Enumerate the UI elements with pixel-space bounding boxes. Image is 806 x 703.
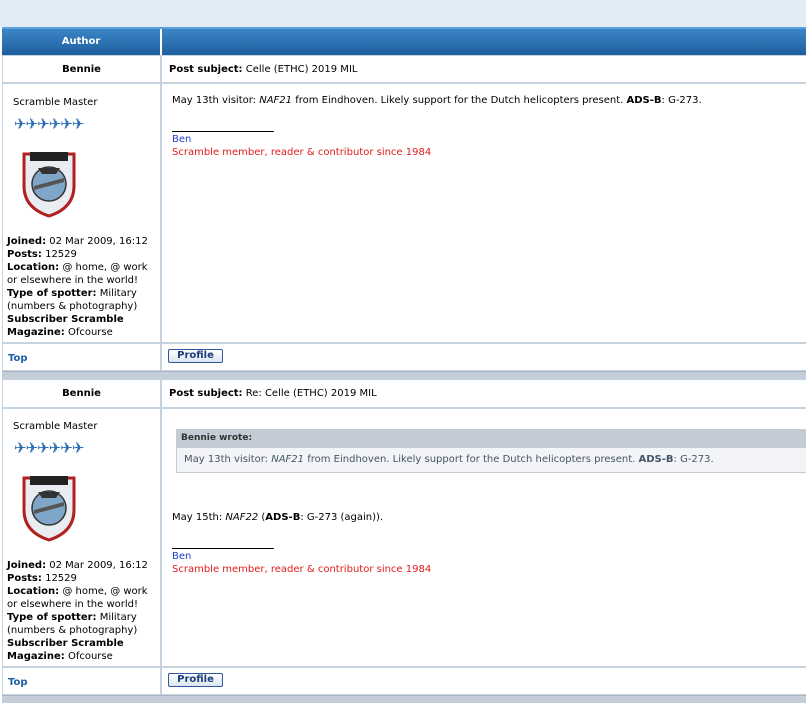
post1-location-label: Location: bbox=[7, 262, 60, 273]
post1-joined-label: Joined: bbox=[7, 236, 47, 247]
post1-subject-cell: Post subject: Celle (ETHC) 2019 MIL bbox=[161, 55, 806, 83]
post1-rank: Scramble Master bbox=[13, 97, 98, 108]
top-band bbox=[0, 0, 806, 27]
post1-joined: 02 Mar 2009, 16:12 bbox=[49, 236, 148, 247]
post2-user-info: Joined: 02 Mar 2009, 16:12 Posts: 12529 … bbox=[7, 559, 157, 663]
post2-top-link[interactable]: Top bbox=[8, 677, 28, 688]
post2-joined: 02 Mar 2009, 16:12 bbox=[49, 560, 148, 571]
post2-rank-stars-icon: ✈✈✈✈✈✈ bbox=[14, 439, 84, 457]
post2-aircraft: NAF22 bbox=[225, 512, 259, 523]
post2-quote-header: Bennie wrote: bbox=[176, 429, 806, 447]
post2-message: May 15th: NAF22 (ADS-B: G-273 (again)). bbox=[172, 512, 384, 523]
post1-subject-label: Post subject: bbox=[169, 64, 243, 75]
post2-spotter-label: Type of spotter: bbox=[7, 612, 97, 623]
post1-body-cell: May 13th visitor: NAF21 from Eindhoven. … bbox=[161, 83, 806, 343]
post1-subject: Post subject: Celle (ETHC) 2019 MIL bbox=[169, 64, 806, 75]
post1-author-cell: Bennie bbox=[2, 55, 161, 83]
post1-posts: 12529 bbox=[45, 249, 77, 260]
post1-user-info: Joined: 02 Mar 2009, 16:12 Posts: 12529 … bbox=[7, 235, 157, 339]
post2-subject-cell: Post subject: Re: Celle (ETHC) 2019 MIL bbox=[161, 379, 806, 408]
post1-signature-divider bbox=[172, 131, 274, 132]
post2-joined-label: Joined: bbox=[7, 560, 47, 571]
post2-subject-text: Re: Celle (ETHC) 2019 MIL bbox=[245, 388, 377, 399]
post1-top-link[interactable]: Top bbox=[8, 353, 28, 364]
post1-avatar[interactable] bbox=[20, 146, 78, 218]
post2-rank: Scramble Master bbox=[13, 421, 98, 432]
post2-signature-name: Ben bbox=[172, 551, 192, 562]
post2-quote-body: May 13th visitor: NAF21 from Eindhoven. … bbox=[176, 447, 806, 473]
post2-body-cell: Bennie wrote: May 13th visitor: NAF21 fr… bbox=[161, 408, 806, 667]
table-header: Author bbox=[2, 27, 806, 55]
post2-top-cell: Top bbox=[2, 667, 161, 695]
post2-posts: 12529 bbox=[45, 573, 77, 584]
post2-profile-cell: Scramble Master ✈✈✈✈✈✈ Joined: 02 Mar 20… bbox=[2, 408, 161, 667]
post1-signature-text: Scramble member, reader & contributor si… bbox=[172, 147, 432, 158]
post2-posts-label: Posts: bbox=[7, 573, 42, 584]
post1-actions-cell: Profile bbox=[161, 343, 806, 371]
post2-actions-cell: Profile bbox=[161, 667, 806, 695]
post1-aircraft: NAF21 bbox=[259, 95, 293, 106]
post2-profile-button[interactable]: Profile bbox=[168, 673, 223, 687]
post2-location-label: Location: bbox=[7, 586, 60, 597]
post2-subscriber: Ofcourse bbox=[67, 651, 113, 662]
post2-author-name: Bennie bbox=[62, 388, 101, 399]
post2-subject-label: Post subject: bbox=[169, 388, 243, 399]
post2-author-cell: Bennie bbox=[2, 379, 161, 408]
post1-spotter-label: Type of spotter: bbox=[7, 288, 97, 299]
post1-profile-cell: Scramble Master ✈✈✈✈✈✈ Joined: 02 Mar 20… bbox=[2, 83, 161, 343]
post1-signature-name: Ben bbox=[172, 134, 192, 145]
post2-signature-divider bbox=[172, 548, 274, 549]
post1-subject-text: Celle (ETHC) 2019 MIL bbox=[245, 64, 358, 75]
post1-rank-stars-icon: ✈✈✈✈✈✈ bbox=[14, 115, 84, 133]
author-column-header: Author bbox=[2, 29, 162, 55]
post-separator bbox=[2, 371, 806, 379]
post1-profile-button[interactable]: Profile bbox=[168, 349, 223, 363]
post1-posts-label: Posts: bbox=[7, 249, 42, 260]
post2-avatar[interactable] bbox=[20, 470, 78, 542]
post1-author-name: Bennie bbox=[62, 64, 101, 75]
post1-message: May 13th visitor: NAF21 from Eindhoven. … bbox=[172, 95, 702, 106]
post2-subject: Post subject: Re: Celle (ETHC) 2019 MIL bbox=[169, 388, 806, 399]
post2-signature-text: Scramble member, reader & contributor si… bbox=[172, 564, 432, 575]
post1-top-cell: Top bbox=[2, 343, 161, 371]
post1-subscriber: Ofcourse bbox=[67, 327, 113, 338]
